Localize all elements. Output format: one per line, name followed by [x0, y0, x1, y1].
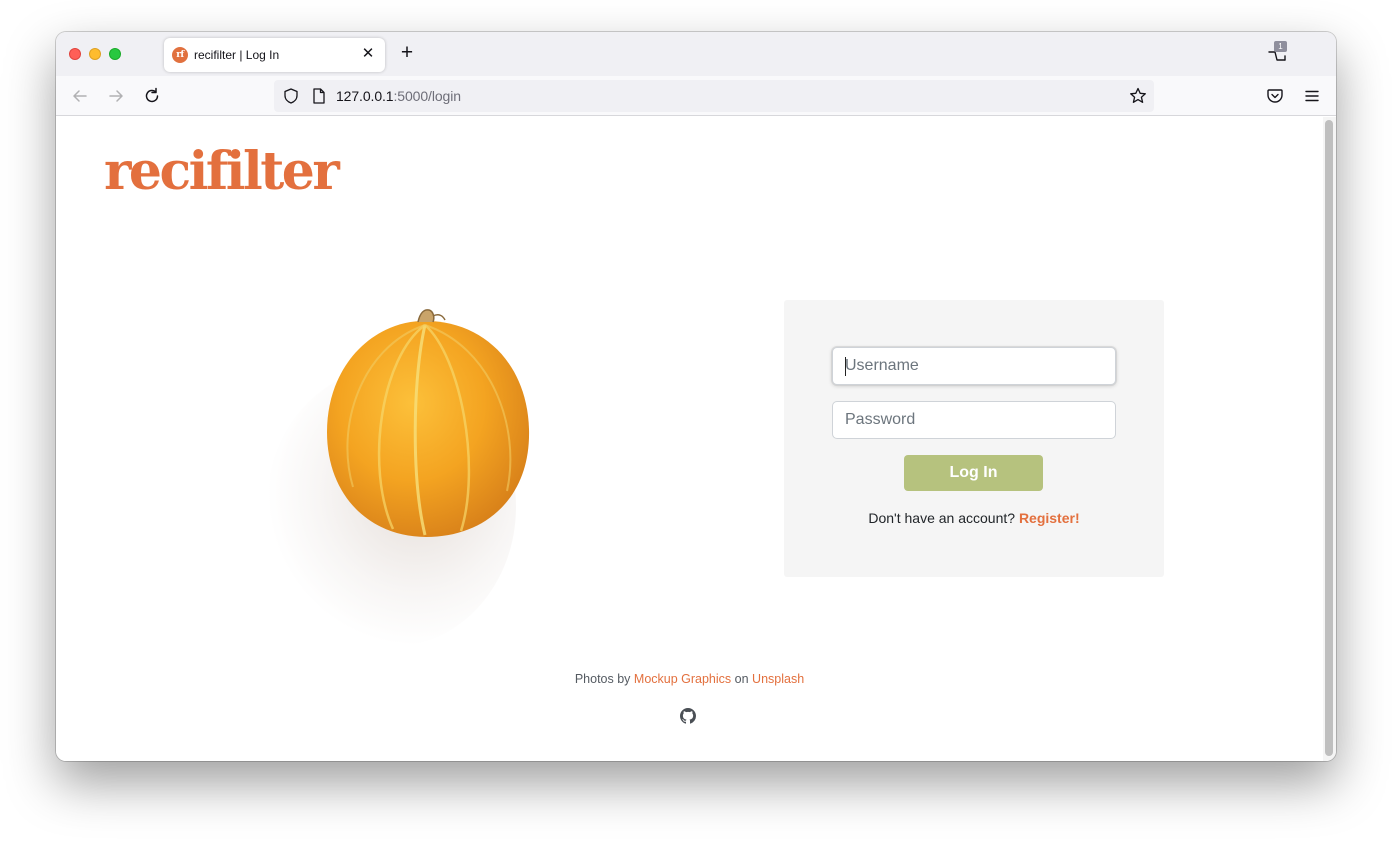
- login-card: Username Password Log In Don't have an a…: [784, 300, 1164, 577]
- username-input[interactable]: Username: [832, 347, 1116, 385]
- forward-button[interactable]: [106, 86, 126, 106]
- tab-bar: rf recifilter | Log In ✕ + 1: [56, 32, 1336, 76]
- password-placeholder: Password: [845, 411, 916, 428]
- zoom-window-button[interactable]: [109, 48, 121, 60]
- back-button[interactable]: [70, 86, 90, 106]
- url-bar[interactable]: 127.0.0.1:5000/login: [274, 80, 1154, 112]
- notification-badge: 1: [1274, 41, 1287, 52]
- credit-prefix: Photos by: [574, 672, 631, 686]
- url-host: 127.0.0.1: [336, 88, 394, 104]
- pumpkin-image: [327, 309, 530, 537]
- back-arrow-icon: [73, 90, 87, 102]
- url-path: :5000/login: [393, 88, 462, 104]
- pumpkin-photo: [266, 307, 566, 657]
- github-icon[interactable]: [680, 708, 696, 724]
- close-window-button[interactable]: [69, 48, 81, 60]
- reload-button[interactable]: [142, 86, 162, 106]
- text-caret: [845, 357, 846, 376]
- favicon-icon: rf: [172, 47, 188, 63]
- browser-window: rf recifilter | Log In ✕ + 1 127.0.0.1:5…: [56, 32, 1336, 761]
- page-icon: [313, 88, 325, 104]
- photo-credit: Photos by Mockup Graphics on Unsplash: [56, 672, 1323, 686]
- register-prompt: Don't have an account?: [868, 510, 1016, 526]
- hamburger-menu-icon[interactable]: [1302, 86, 1322, 106]
- page-content: recifilter Username Password Log In Don'…: [56, 117, 1323, 761]
- login-button[interactable]: Log In: [904, 455, 1043, 491]
- unsplash-link[interactable]: Unsplash: [752, 672, 804, 686]
- new-tab-button[interactable]: +: [398, 42, 416, 63]
- pocket-icon[interactable]: [1265, 86, 1285, 106]
- site-logo[interactable]: recifilter: [104, 141, 340, 202]
- username-placeholder: Username: [845, 357, 919, 374]
- shield-icon[interactable]: [282, 87, 300, 105]
- forward-arrow-icon: [109, 90, 123, 102]
- navigation-bar: 127.0.0.1:5000/login: [56, 76, 1336, 116]
- tab-recifilter-login[interactable]: rf recifilter | Log In ✕: [164, 38, 385, 72]
- close-tab-icon[interactable]: ✕: [360, 46, 376, 62]
- credit-on: on: [734, 672, 749, 686]
- register-prompt-line: Don't have an account? Register!: [784, 510, 1164, 526]
- reload-icon: [145, 87, 159, 103]
- minimize-window-button[interactable]: [89, 48, 101, 60]
- photographer-link[interactable]: Mockup Graphics: [634, 672, 731, 686]
- scrollbar-thumb[interactable]: [1325, 120, 1333, 756]
- password-input[interactable]: Password: [832, 401, 1116, 439]
- url-text[interactable]: 127.0.0.1:5000/login: [336, 88, 461, 104]
- tab-title: recifilter | Log In: [194, 48, 280, 62]
- register-link[interactable]: Register!: [1019, 510, 1080, 526]
- star-icon[interactable]: [1128, 86, 1148, 106]
